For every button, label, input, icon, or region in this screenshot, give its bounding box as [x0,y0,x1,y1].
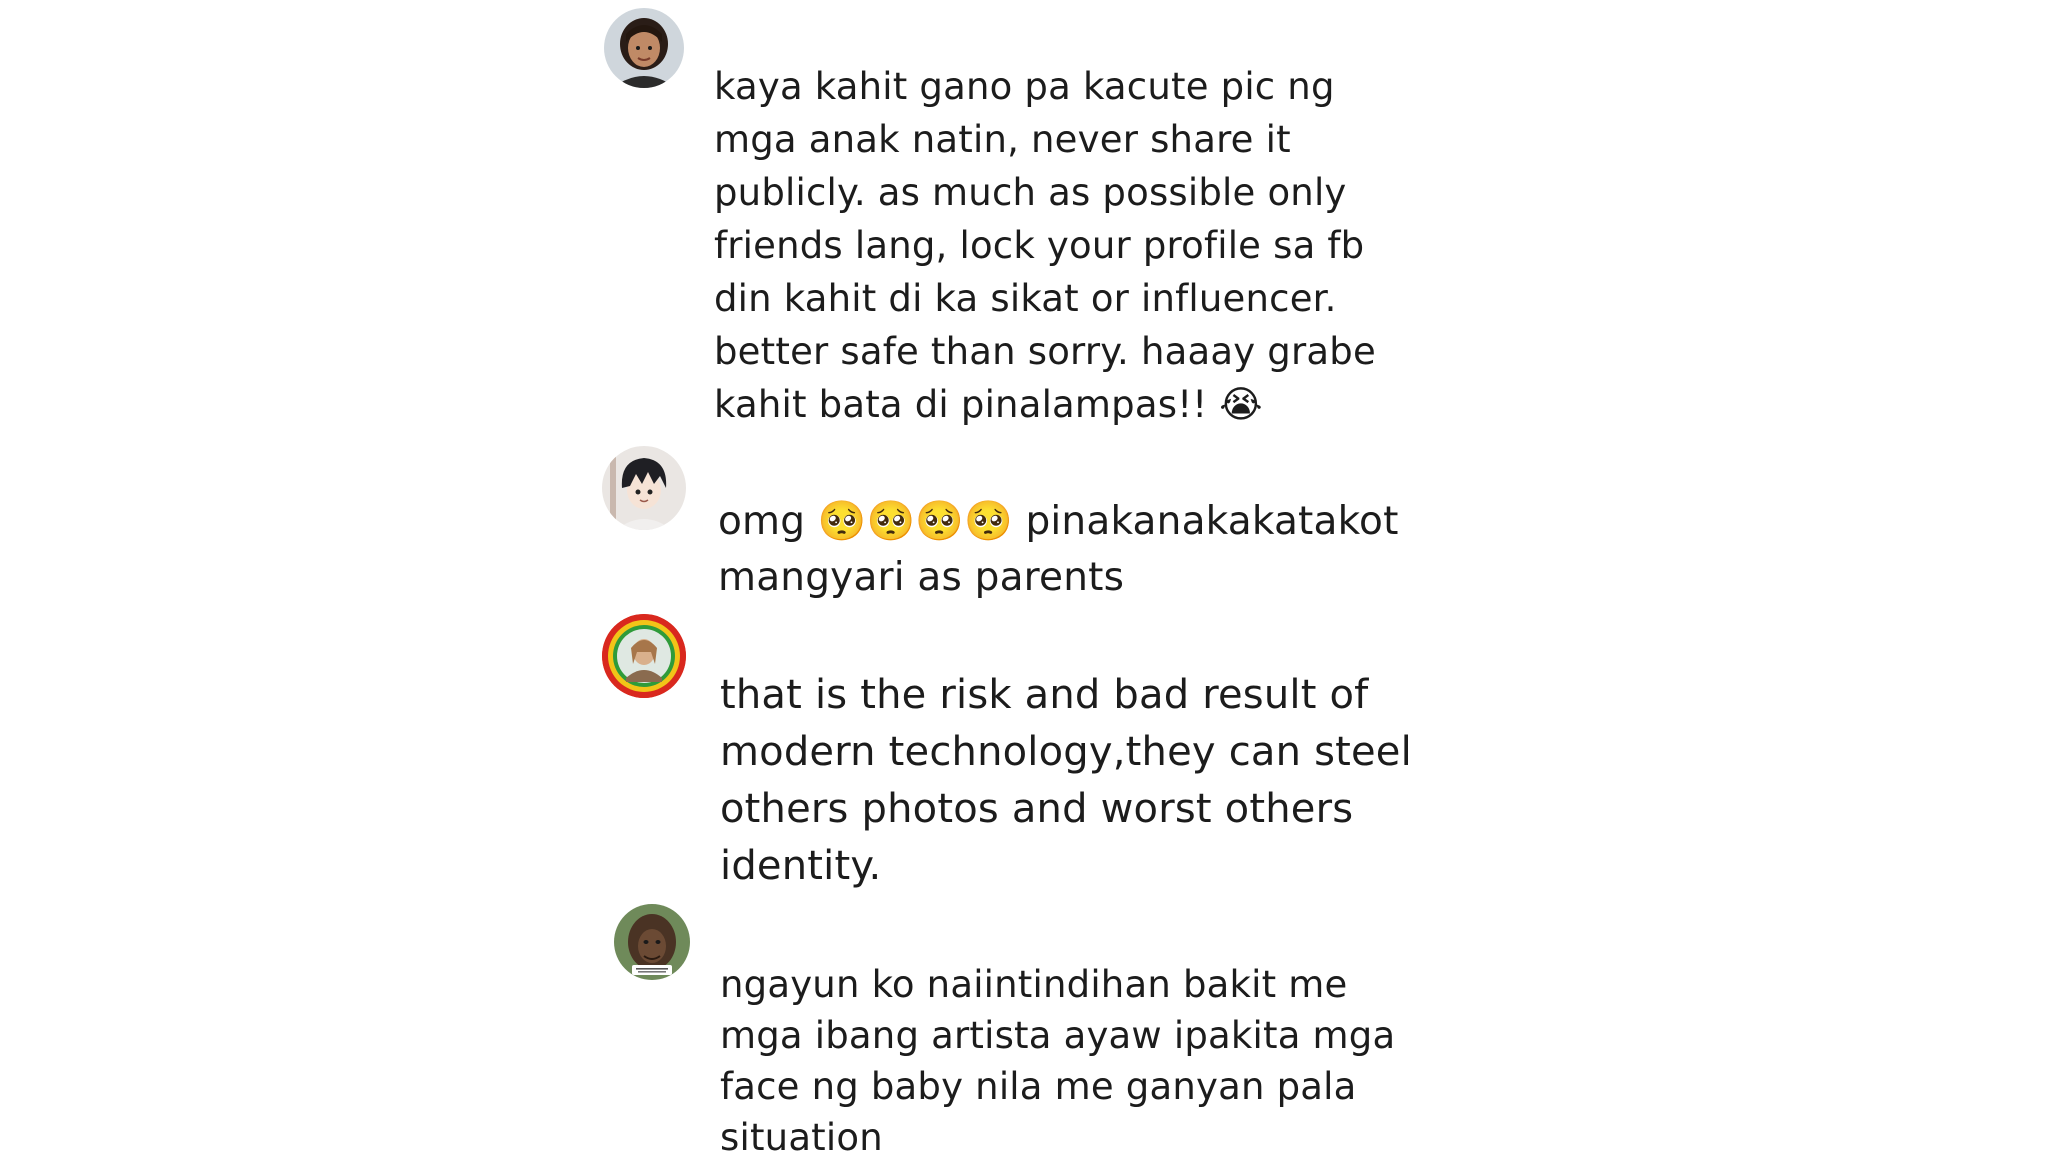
comment-text: that is the risk and bad result of moder… [720,672,1412,889]
caveman-avatar-icon[interactable] [614,904,690,980]
comment-text: kaya kahit gano pa kacute pic ng mga ana… [714,65,1376,426]
user-avatar-icon[interactable] [604,8,684,88]
comment-text: omg 🥺🥺🥺🥺 pinakanakakatakot mangyari as p… [718,499,1399,600]
comment-text: ngayun ko naiintindihan bakit me mga iba… [720,963,1396,1159]
anime-avatar-icon[interactable] [602,446,686,530]
ringed-avatar-icon[interactable] [602,614,686,698]
